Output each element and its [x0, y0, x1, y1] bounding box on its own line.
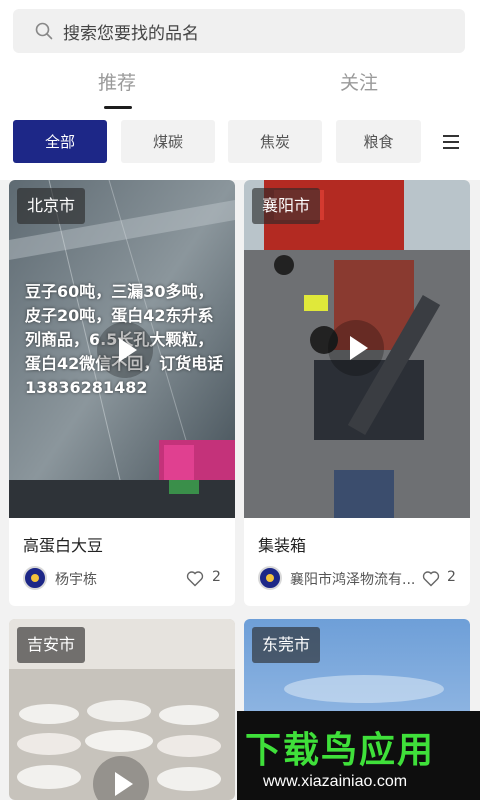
search-bar[interactable]: 搜索您要找的品名 — [13, 9, 465, 53]
video-card[interactable]: 吉安市 — [9, 619, 235, 800]
category-bar: 全部 煤碳 焦炭 粮食 — [0, 120, 480, 164]
city-tag: 东莞市 — [252, 627, 321, 663]
category-coke[interactable]: 焦炭 — [228, 120, 322, 163]
heart-icon[interactable] — [186, 570, 204, 587]
menu-icon[interactable] — [441, 132, 461, 152]
watermark-banner: 下载鸟应用 www.xiazainiao.com — [237, 711, 480, 800]
card-title: 集装箱 — [258, 536, 307, 555]
heart-icon[interactable] — [422, 570, 440, 587]
active-tab-indicator — [104, 106, 132, 109]
avatar[interactable] — [258, 566, 282, 590]
city-tag: 吉安市 — [17, 627, 86, 663]
avatar[interactable] — [23, 566, 47, 590]
banner-logo: 下载鸟应用 — [245, 730, 436, 771]
search-placeholder: 搜索您要找的品名 — [63, 23, 199, 44]
play-icon[interactable] — [97, 322, 153, 378]
top-header: 搜索您要找的品名 推荐 关注 全部 煤碳 焦炭 粮食 — [0, 0, 480, 180]
video-thumbnail[interactable]: 襄阳市 — [244, 180, 470, 518]
category-all[interactable]: 全部 — [13, 120, 107, 163]
author-name[interactable]: 杨宇栋 — [55, 569, 175, 589]
category-grain[interactable]: 粮食 — [336, 120, 421, 163]
banner-url: www.xiazainiao.com — [263, 773, 408, 790]
feed-tabs: 推荐 关注 — [0, 60, 480, 110]
like-count: 2 — [212, 569, 221, 585]
tab-recommend[interactable]: 推荐 — [98, 68, 136, 95]
search-icon — [35, 22, 53, 40]
tab-follow[interactable]: 关注 — [340, 68, 378, 95]
city-tag: 襄阳市 — [252, 188, 321, 224]
video-card[interactable]: 北京市 豆子60吨，三漏30多吨，皮子20吨，蛋白42东升系列商品，6.5长孔大… — [9, 180, 235, 606]
card-title: 高蛋白大豆 — [23, 536, 104, 555]
video-thumbnail[interactable]: 吉安市 — [9, 619, 235, 800]
city-tag: 北京市 — [17, 188, 86, 224]
video-card[interactable]: 襄阳市 集装箱 襄阳市鸿泽物流有... 2 — [244, 180, 470, 606]
like-count: 2 — [447, 569, 456, 585]
play-icon[interactable] — [328, 320, 384, 376]
video-thumbnail[interactable]: 北京市 豆子60吨，三漏30多吨，皮子20吨，蛋白42东升系列商品，6.5长孔大… — [9, 180, 235, 518]
category-coal[interactable]: 煤碳 — [121, 120, 215, 163]
author-name[interactable]: 襄阳市鸿泽物流有... — [290, 569, 418, 589]
